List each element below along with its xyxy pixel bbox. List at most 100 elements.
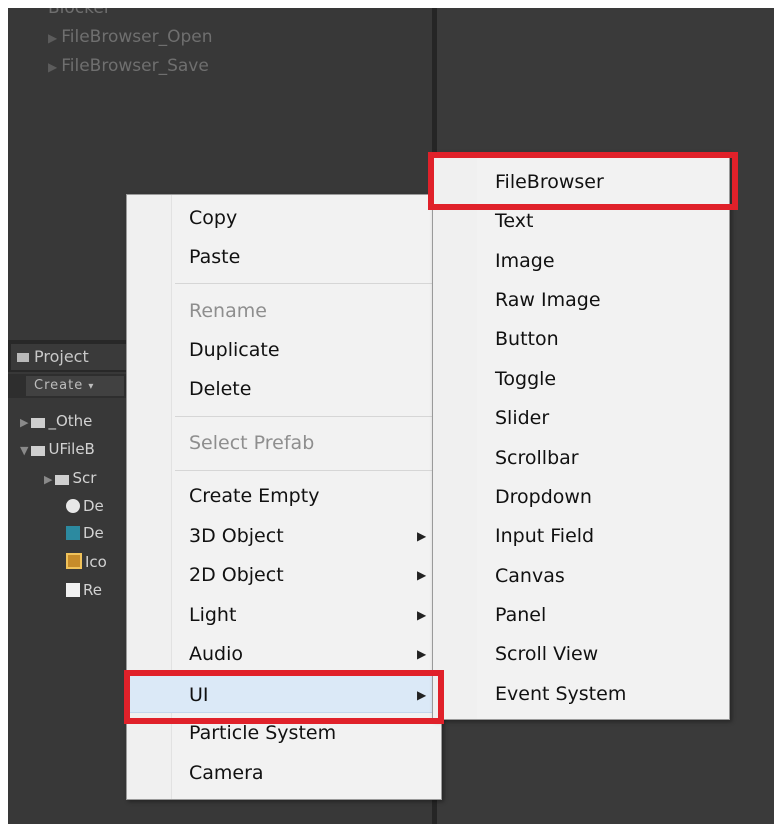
submenu-arrow-icon: ▶ bbox=[417, 608, 427, 622]
hierarchy-item[interactable]: ▶ FileBrowser_Open bbox=[48, 27, 212, 47]
dropdown-arrow-icon: ▾ bbox=[88, 381, 95, 392]
menu-item-create-empty[interactable]: Create Empty bbox=[127, 477, 441, 515]
project-item[interactable]: De bbox=[66, 524, 104, 542]
project-item-label: Ico bbox=[85, 553, 107, 571]
image-icon bbox=[66, 553, 82, 569]
hierarchy-item-label: Blocker bbox=[48, 8, 111, 18]
submenu-item-label: Button bbox=[495, 328, 559, 350]
hierarchy-item[interactable]: ▶ FileBrowser_Save bbox=[48, 56, 209, 76]
submenu-item-canvas[interactable]: Canvas bbox=[433, 556, 729, 596]
menu-item-label: Rename bbox=[189, 300, 267, 322]
menu-item-copy[interactable]: Copy bbox=[127, 199, 441, 237]
menu-item-label: Camera bbox=[189, 762, 264, 784]
project-item-label: UFileB bbox=[48, 440, 95, 458]
menu-item-duplicate[interactable]: Duplicate bbox=[127, 331, 441, 369]
hierarchy-item[interactable]: Blocker bbox=[48, 8, 111, 18]
submenu-arrow-icon: ▶ bbox=[417, 529, 427, 543]
triangle-right-icon[interactable]: ▶ bbox=[44, 473, 52, 486]
menu-item-label: Delete bbox=[189, 378, 252, 400]
submenu-item-text[interactable]: Text bbox=[433, 201, 729, 241]
submenu-arrow-icon: ▶ bbox=[417, 647, 427, 661]
submenu-item-event-system[interactable]: Event System bbox=[433, 674, 729, 714]
create-dropdown-button[interactable]: Create ▾ bbox=[26, 376, 124, 396]
create-label: Create bbox=[34, 378, 84, 393]
project-item-label: De bbox=[83, 524, 104, 542]
menu-item-label: Copy bbox=[189, 207, 238, 229]
submenu-arrow-icon: ▶ bbox=[417, 568, 427, 582]
submenu-item-label: Toggle bbox=[495, 368, 557, 390]
unity-icon bbox=[66, 499, 80, 513]
submenu-item-image[interactable]: Image bbox=[433, 241, 729, 281]
submenu-item-raw-image[interactable]: Raw Image bbox=[433, 280, 729, 320]
submenu-item-scroll-view[interactable]: Scroll View bbox=[433, 634, 729, 674]
menu-item-label: Particle System bbox=[189, 722, 337, 744]
triangle-right-icon[interactable]: ▶ bbox=[48, 60, 57, 74]
menu-item-rename: Rename bbox=[127, 292, 441, 330]
menu-item-label: Create Empty bbox=[189, 485, 320, 507]
menu-separator bbox=[175, 416, 435, 417]
project-item-label: Scr bbox=[72, 469, 97, 487]
triangle-down-icon[interactable]: ▼ bbox=[20, 444, 28, 457]
menu-item-label: Audio bbox=[189, 643, 244, 665]
folder-icon bbox=[17, 353, 29, 362]
project-item-label: De bbox=[83, 497, 104, 515]
submenu-item-label: FileBrowser bbox=[495, 171, 604, 193]
folder-icon bbox=[31, 446, 46, 456]
menu-separator bbox=[175, 470, 435, 471]
hierarchy-item-label: FileBrowser_Save bbox=[61, 56, 209, 76]
submenu-item-toggle[interactable]: Toggle bbox=[433, 359, 729, 399]
submenu-item-label: Raw Image bbox=[495, 289, 601, 311]
folder-icon bbox=[31, 418, 46, 428]
submenu-item-label: Panel bbox=[495, 604, 547, 626]
project-item-label: _Othe bbox=[48, 412, 93, 430]
submenu-item-input-field[interactable]: Input Field bbox=[433, 516, 729, 556]
pdf-icon bbox=[66, 583, 80, 597]
submenu-item-label: Slider bbox=[495, 407, 550, 429]
project-item[interactable]: ▼ UFileB bbox=[20, 440, 95, 458]
hierarchy-item-label: FileBrowser_Open bbox=[61, 27, 213, 47]
submenu-item-label: Canvas bbox=[495, 565, 565, 587]
submenu-item-label: Scrollbar bbox=[495, 447, 579, 469]
project-item[interactable]: Ico bbox=[66, 553, 107, 571]
tab-project[interactable]: Project bbox=[11, 344, 137, 370]
csharp-icon bbox=[66, 526, 80, 540]
menu-item-audio[interactable]: Audio ▶ bbox=[127, 635, 441, 673]
tab-label: Project bbox=[34, 347, 89, 366]
menu-item-paste[interactable]: Paste bbox=[127, 238, 441, 276]
menu-item-particle-system[interactable]: Particle System bbox=[127, 714, 441, 752]
menu-item-label: Light bbox=[189, 604, 237, 626]
menu-item-2d-object[interactable]: 2D Object ▶ bbox=[127, 556, 441, 594]
menu-item-label: 3D Object bbox=[189, 525, 284, 547]
submenu-item-panel[interactable]: Panel bbox=[433, 595, 729, 635]
context-menu: Copy Paste Rename Duplicate Delete Selec… bbox=[126, 194, 442, 800]
menu-item-label: Select Prefab bbox=[189, 432, 315, 454]
menu-item-ui[interactable]: UI ▶ bbox=[127, 675, 441, 713]
submenu-item-filebrowser[interactable]: FileBrowser bbox=[433, 162, 729, 202]
triangle-right-icon[interactable]: ▶ bbox=[48, 31, 57, 45]
menu-item-label: 2D Object bbox=[189, 564, 284, 586]
triangle-right-icon[interactable]: ▶ bbox=[20, 416, 28, 429]
project-item[interactable]: Re bbox=[66, 581, 102, 599]
submenu-item-label: Text bbox=[495, 210, 534, 232]
submenu-item-button[interactable]: Button bbox=[433, 319, 729, 359]
submenu-item-scrollbar[interactable]: Scrollbar bbox=[433, 438, 729, 478]
submenu-item-label: Scroll View bbox=[495, 643, 599, 665]
submenu-item-label: Event System bbox=[495, 683, 627, 705]
menu-item-delete[interactable]: Delete bbox=[127, 370, 441, 408]
menu-item-camera[interactable]: Camera bbox=[127, 754, 441, 792]
submenu-arrow-icon: ▶ bbox=[417, 688, 427, 702]
project-item[interactable]: ▶ _Othe bbox=[20, 412, 92, 430]
submenu-item-label: Dropdown bbox=[495, 486, 592, 508]
submenu-item-label: Input Field bbox=[495, 525, 595, 547]
ui-submenu: FileBrowser Text Image Raw Image Button … bbox=[432, 152, 730, 720]
project-item[interactable]: De bbox=[66, 497, 104, 515]
menu-item-label: Duplicate bbox=[189, 339, 280, 361]
submenu-item-label: Image bbox=[495, 250, 555, 272]
menu-item-label: UI bbox=[189, 684, 209, 706]
menu-separator bbox=[175, 283, 435, 284]
menu-item-3d-object[interactable]: 3D Object ▶ bbox=[127, 517, 441, 555]
submenu-item-slider[interactable]: Slider bbox=[433, 398, 729, 438]
menu-item-light[interactable]: Light ▶ bbox=[127, 596, 441, 634]
submenu-item-dropdown[interactable]: Dropdown bbox=[433, 477, 729, 517]
project-item[interactable]: ▶ Scr bbox=[44, 469, 96, 487]
